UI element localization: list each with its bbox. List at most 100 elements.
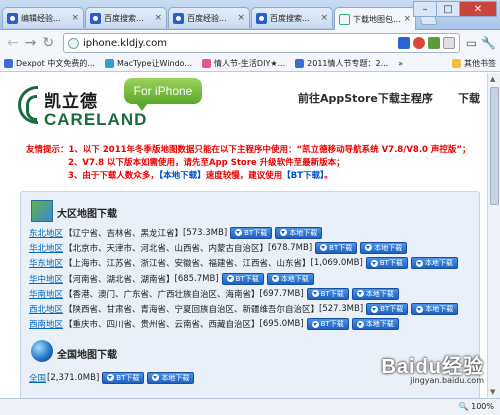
bookmarks-overflow-button[interactable]: » (398, 59, 403, 68)
tab-3[interactable]: 百度经验... × (168, 7, 250, 28)
minimize-button[interactable]: – (413, 1, 437, 17)
star-icon[interactable] (442, 37, 455, 49)
bookmark-item[interactable]: MacType让Windo... (104, 58, 192, 69)
button-label: BT下载 (329, 243, 353, 252)
paw-icon (7, 12, 18, 24)
bt-download-button[interactable]: BT下载 (365, 257, 408, 270)
list-item: 全国 [2,371.0MB] BT下载 本地下载 (29, 370, 195, 385)
region-provinces: 【河南省、湖北省、湖南省】 (64, 274, 175, 285)
extension-icon[interactable] (397, 37, 410, 49)
tab-2[interactable]: 百度搜索... × (85, 7, 167, 28)
list-item: 西南地区 【重庆市、四川省、贵州省、云南省、西藏自治区】 [695.0MB] BT下… (29, 317, 458, 332)
region-link[interactable]: 华中地区 (29, 273, 63, 285)
bt-download-button[interactable]: BT下载 (230, 226, 273, 239)
other-bookmarks-label: 其他书签 (464, 59, 496, 68)
other-bookmarks[interactable]: 其他书签 (452, 58, 496, 69)
nav-appstore-link[interactable]: 前往AppStore下载主程序 (298, 90, 433, 106)
region-size: [697.7MB] (259, 288, 304, 299)
region-link[interactable]: 华南地区 (29, 288, 63, 300)
reload-button[interactable]: ↻ (39, 36, 57, 50)
region-size: [1,069.0MB] (310, 258, 363, 269)
wrench-icon[interactable]: 🔧 (481, 36, 496, 50)
local-download-button[interactable]: 本地下载 (360, 241, 408, 254)
region-provinces: 【辽宁省、吉林省、黑龙江省】 (64, 228, 184, 239)
bookmark-label: Dexpot 中文免费的... (16, 59, 95, 68)
region-provinces: 【香港、澳门、广东省、广西壮族自治区、海南省】 (64, 289, 260, 300)
local-download-button[interactable]: 本地下载 (266, 272, 314, 285)
tab-5-active[interactable]: 下载地图包... × (334, 7, 416, 30)
back-button[interactable]: ← (4, 36, 22, 50)
paw-icon (173, 12, 184, 24)
address-bar[interactable]: iphone.kldjy.com (63, 33, 460, 53)
region-size: [678.7MB] (268, 242, 313, 253)
region-link[interactable]: 全国 (29, 372, 46, 384)
tab-4[interactable]: 百度搜索... × (251, 7, 333, 28)
bt-download-button[interactable]: BT下载 (315, 241, 358, 254)
zoom-value: 100% (471, 402, 494, 411)
list-item: 华东地区 【上海市、江苏省、浙江省、安徽省、福建省、江西省、山东省】 [1,069.… (29, 256, 458, 271)
region-link[interactable]: 华东地区 (29, 257, 63, 269)
region-size: [685.7MB] (174, 273, 219, 284)
status-bar: 🔍 100% (0, 398, 500, 415)
close-window-button[interactable]: ✕ (459, 1, 497, 17)
baidu-watermark: Baidu经验 jingyan.baidu.com (381, 350, 484, 385)
bt-download-button[interactable]: BT下载 (306, 318, 349, 331)
region-link[interactable]: 西南地区 (29, 318, 63, 330)
forward-button[interactable]: → (22, 36, 40, 50)
download-icon (152, 374, 160, 382)
zoom-level[interactable]: 🔍 100% (459, 402, 494, 411)
tab-label: 百度经验... (187, 13, 227, 23)
bookmark-favicon-icon (295, 59, 305, 68)
bt-download-button[interactable]: BT下载 (366, 303, 409, 316)
tab-strip: 编辑经验... × 百度搜索... × 百度经验... × 百度搜索... × … (2, 7, 438, 30)
extension-icon[interactable] (427, 37, 440, 49)
page-menu-icon[interactable]: ▭ (466, 36, 477, 50)
browser-toolbar: ← → ↻ iphone.kldjy.com ▭ 🔧 (0, 30, 500, 56)
bt-download-button[interactable]: BT下载 (102, 371, 145, 384)
button-label: BT下载 (320, 289, 344, 298)
list-item: 东北地区 【辽宁省、吉林省、黑龙江省】 [573.3MB] BT下载 本地下载 (29, 225, 458, 240)
local-download-button[interactable]: 本地下载 (275, 226, 323, 239)
region-link[interactable]: 东北地区 (29, 227, 63, 239)
scrollbar-thumb[interactable] (490, 87, 499, 205)
button-label: BT下载 (380, 305, 404, 314)
scroll-up-icon[interactable]: ▲ (490, 75, 495, 83)
region-size: [573.3MB] (183, 227, 228, 238)
vertical-scrollbar[interactable]: ▲ ▼ (487, 73, 500, 398)
tab-1[interactable]: 编辑经验... × (2, 7, 84, 28)
nav-download-link[interactable]: 下载 (458, 90, 480, 106)
button-label: 本地下载 (365, 320, 394, 329)
url-text[interactable]: iphone.kldjy.com (83, 38, 398, 49)
close-icon[interactable]: × (154, 13, 162, 23)
close-icon[interactable]: × (403, 14, 411, 24)
region-link[interactable]: 华北地区 (29, 242, 63, 254)
bookmark-item[interactable]: 2011情人节专题：2... (295, 58, 388, 69)
local-download-button[interactable]: 本地下载 (351, 287, 399, 300)
download-icon (226, 275, 234, 283)
local-download-button[interactable]: 本地下载 (351, 318, 399, 331)
local-download-button[interactable]: 本地下载 (147, 371, 195, 384)
bookmark-item[interactable]: Dexpot 中文免费的... (4, 58, 95, 69)
button-label: BT下载 (244, 228, 268, 237)
brand-name-cn: 凯立德 (44, 92, 98, 112)
section-title-regional: 大区地图下载 (57, 209, 117, 220)
region-provinces: 【上海市、江苏省、浙江省、安徽省、福建省、江西省、山东省】 (64, 259, 311, 270)
close-icon[interactable]: × (320, 13, 328, 23)
bt-download-button[interactable]: BT下载 (221, 272, 264, 285)
local-download-button[interactable]: 本地下载 (411, 303, 459, 316)
close-icon[interactable]: × (237, 13, 245, 23)
bookmark-item[interactable]: 情人节-生活DIY★... (202, 58, 285, 69)
region-link[interactable]: 西北地区 (29, 303, 63, 315)
list-item: 华中地区 【河南省、湖北省、湖南省】 [685.7MB] BT下载 本地下载 (29, 271, 458, 286)
download-icon (235, 229, 243, 237)
section-title-national: 全国地图下载 (57, 350, 117, 361)
local-download-button[interactable]: 本地下载 (410, 257, 458, 270)
close-icon[interactable]: × (71, 13, 79, 23)
region-size: [527.3MB] (319, 304, 364, 315)
scroll-down-icon[interactable]: ▼ (490, 388, 495, 396)
download-icon (365, 244, 373, 252)
bt-download-button[interactable]: BT下载 (306, 287, 349, 300)
tab-label: 百度搜索... (270, 13, 310, 23)
maximize-button[interactable]: □ (436, 1, 460, 17)
chrome-icon[interactable] (412, 37, 425, 49)
